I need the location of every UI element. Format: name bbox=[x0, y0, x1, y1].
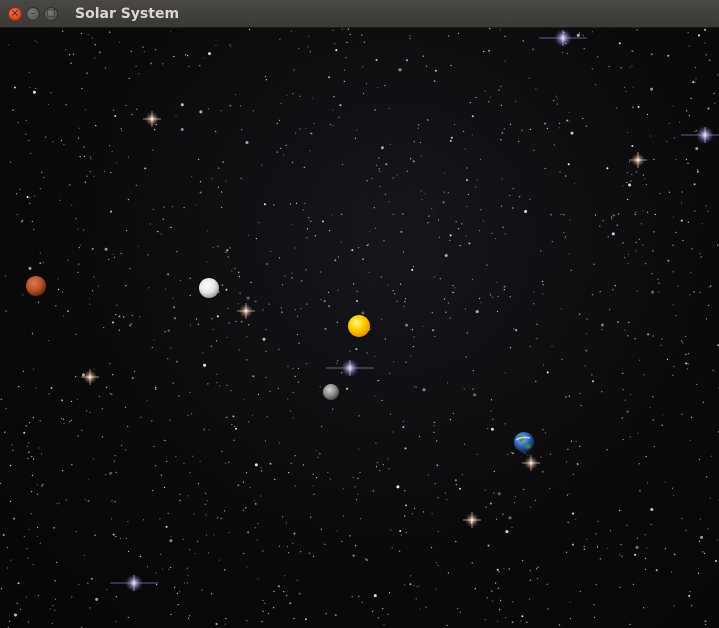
window-title: Solar System bbox=[75, 5, 180, 22]
solar-system-canvas[interactable] bbox=[0, 28, 719, 628]
maximize-window-button[interactable]: □ bbox=[44, 6, 58, 21]
minimize-window-button[interactable]: – bbox=[26, 6, 40, 21]
close-window-button[interactable]: × bbox=[8, 6, 22, 21]
minimize-icon: – bbox=[30, 7, 36, 19]
app-window: × – □ Solar System bbox=[0, 0, 719, 628]
maximize-icon: □ bbox=[46, 7, 56, 19]
starfield-background bbox=[0, 28, 719, 628]
mars-planet[interactable] bbox=[26, 276, 46, 296]
close-icon: × bbox=[10, 7, 20, 19]
earth-planet[interactable] bbox=[514, 432, 534, 452]
title-bar[interactable]: × – □ Solar System bbox=[0, 0, 719, 28]
mercury-planet[interactable] bbox=[323, 384, 339, 400]
moon-body[interactable] bbox=[199, 278, 219, 298]
sun-star[interactable] bbox=[348, 315, 370, 337]
